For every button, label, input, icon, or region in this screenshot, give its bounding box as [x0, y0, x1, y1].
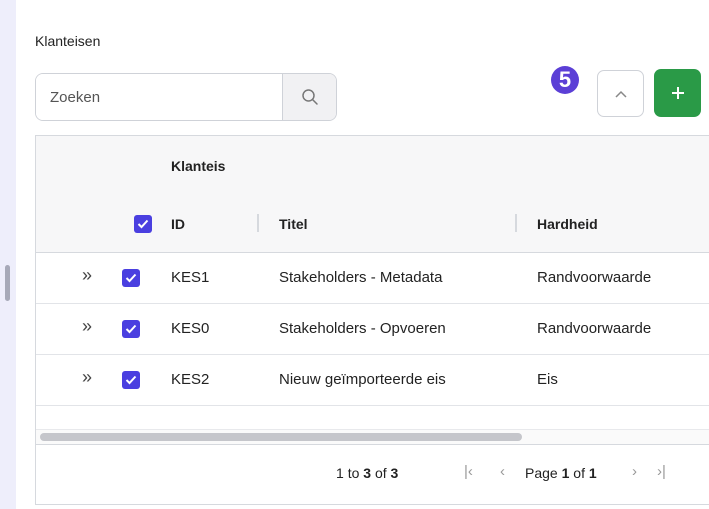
scrollbar-thumb[interactable]: [40, 433, 522, 441]
cell-hardness: Eis: [537, 371, 558, 388]
search-box: [35, 73, 337, 121]
page-indicator: Page 1 of 1: [525, 465, 597, 481]
cell-id: KES2: [171, 371, 210, 388]
header-id[interactable]: ID: [171, 216, 185, 232]
pagination-bar: 1 to 3 of 3 |‹ ‹ Page 1 of 1 › ›|: [36, 444, 709, 504]
add-button[interactable]: [654, 69, 701, 117]
requirements-table: Klanteis ID Titel Hardheid » KES1 Stakeh…: [35, 135, 709, 505]
first-page-icon[interactable]: |‹: [464, 463, 473, 480]
step-badge: 5: [551, 66, 579, 94]
cell-id: KES0: [171, 320, 210, 337]
expand-icon[interactable]: »: [82, 316, 92, 337]
search-input[interactable]: [36, 74, 284, 120]
cell-hardness: Randvoorwaarde: [537, 269, 652, 286]
horizontal-scrollbar[interactable]: [36, 429, 709, 445]
column-separator[interactable]: [257, 214, 259, 232]
table-row[interactable]: » KES0 Stakeholders - Opvoeren Randvoorw…: [36, 304, 709, 355]
checkmark-icon: [125, 273, 137, 283]
column-separator[interactable]: [515, 214, 517, 232]
cell-id: KES1: [171, 269, 210, 286]
section-title: Klanteisen: [35, 33, 101, 49]
checkmark-icon: [125, 375, 137, 385]
column-header-row: ID Titel Hardheid: [36, 194, 709, 253]
header-hardness[interactable]: Hardheid: [537, 216, 598, 232]
row-checkbox[interactable]: [122, 371, 140, 389]
checkmark-icon: [137, 219, 149, 229]
chevron-up-icon: [614, 90, 627, 98]
select-all-checkbox[interactable]: [134, 215, 152, 233]
last-page-icon[interactable]: ›|: [657, 463, 666, 480]
cell-title: Stakeholders - Opvoeren: [279, 320, 446, 337]
table-row[interactable]: » KES2 Nieuw geïmporteerde eis Eis: [36, 355, 709, 406]
collapse-button[interactable]: [597, 70, 644, 117]
cell-title: Nieuw geïmporteerde eis: [279, 371, 446, 388]
row-count-summary: 1 to 3 of 3: [336, 465, 399, 481]
previous-page-icon[interactable]: ‹: [500, 463, 505, 480]
cell-title: Stakeholders - Metadata: [279, 269, 443, 286]
cell-hardness: Randvoorwaarde: [537, 320, 652, 337]
search-button[interactable]: [282, 74, 336, 120]
search-icon: [301, 89, 318, 105]
header-title[interactable]: Titel: [279, 216, 308, 232]
expand-icon[interactable]: »: [82, 367, 92, 388]
column-group-header: Klanteis: [36, 136, 709, 195]
plus-icon: [671, 87, 684, 99]
table-row[interactable]: » KES1 Stakeholders - Metadata Randvoorw…: [36, 253, 709, 304]
expand-icon[interactable]: »: [82, 265, 92, 286]
row-checkbox[interactable]: [122, 320, 140, 338]
checkmark-icon: [125, 324, 137, 334]
group-header-label: Klanteis: [171, 158, 226, 174]
next-page-icon[interactable]: ›: [632, 463, 637, 480]
row-checkbox[interactable]: [122, 269, 140, 287]
resize-handle[interactable]: [5, 265, 10, 301]
